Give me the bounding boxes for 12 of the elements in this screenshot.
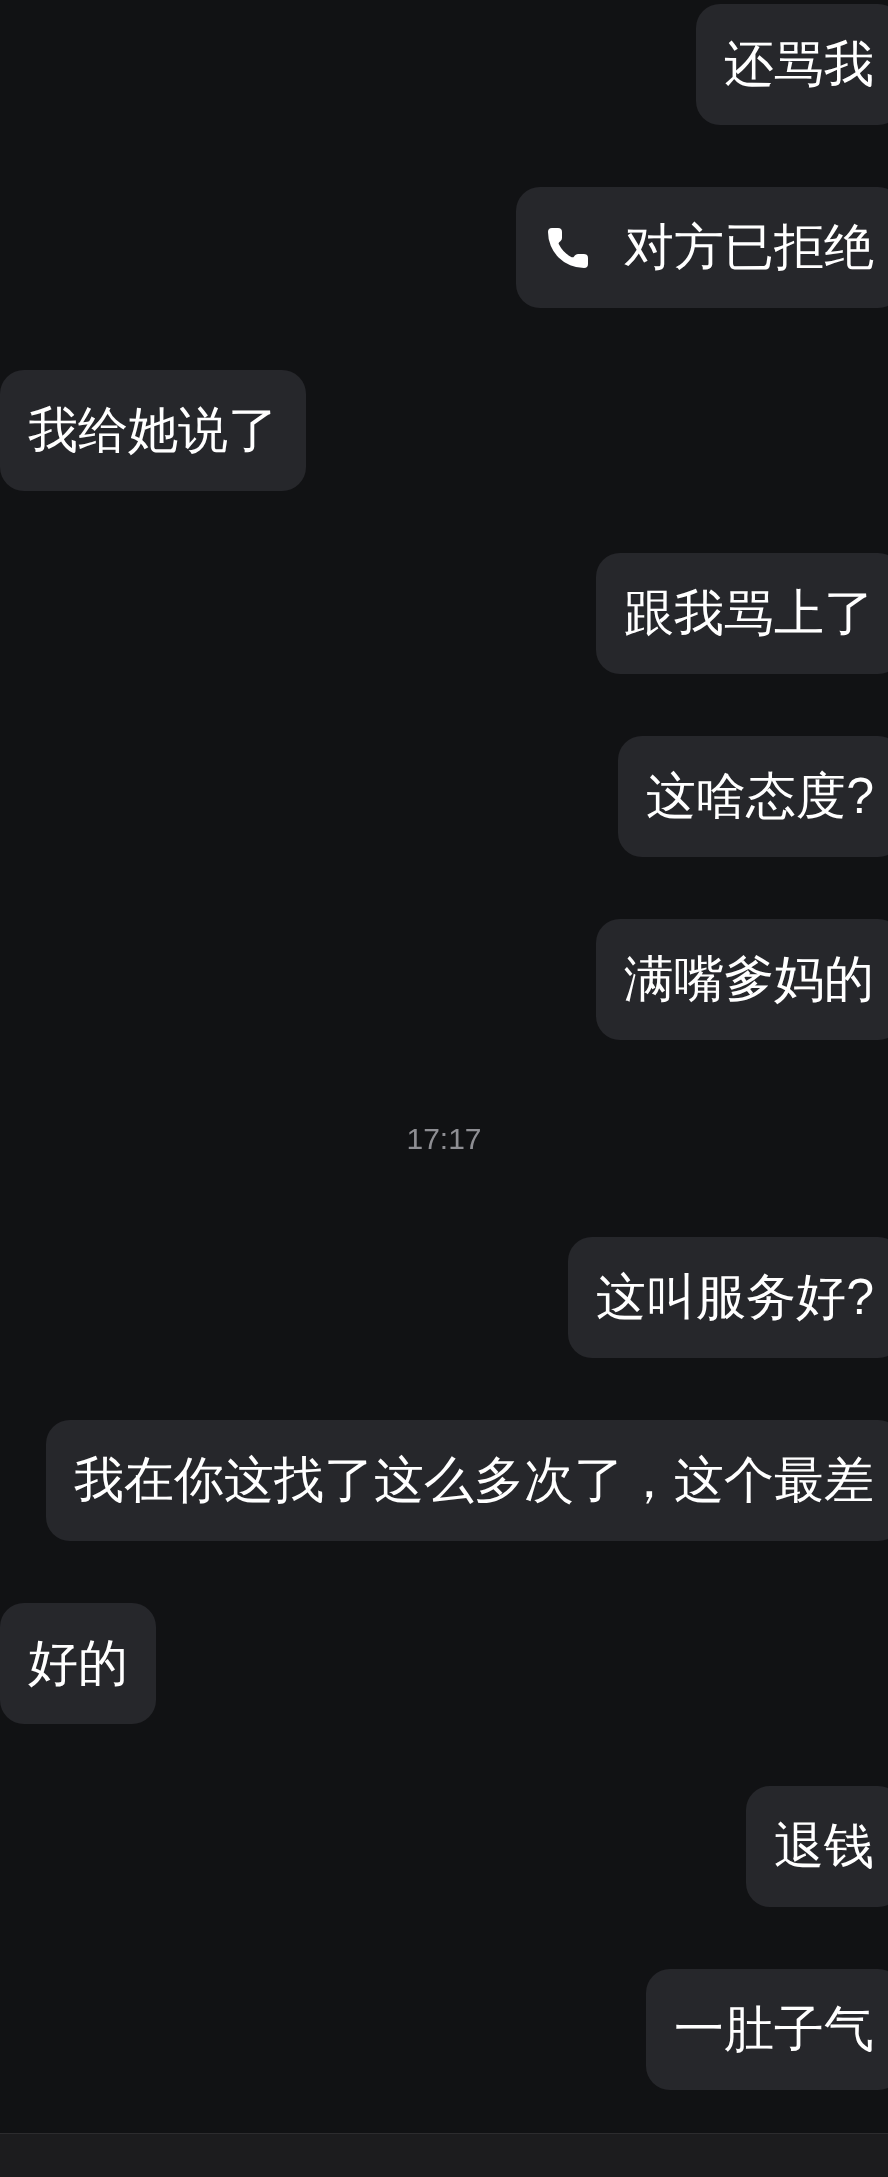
timestamp: 17:17	[406, 1121, 482, 1157]
message-bubble: 这啥态度?	[618, 736, 888, 857]
call-bubble[interactable]: 对方已拒绝	[516, 187, 888, 308]
message-bubble: 好的	[0, 1603, 156, 1724]
message-bubble: 还骂我	[696, 4, 888, 125]
message-bubble: 这叫服务好?	[568, 1237, 888, 1358]
message-bubble: 我在你这找了这么多次了，这个最差	[46, 1420, 888, 1541]
message-bubble: 退钱	[746, 1786, 888, 1907]
message-bubble: 满嘴爹妈的	[596, 919, 888, 1040]
message-bubble: 一肚子气	[646, 1969, 888, 2090]
message-bubble: 跟我骂上了	[596, 553, 888, 674]
message-bubble: 我给她说了	[0, 370, 306, 491]
